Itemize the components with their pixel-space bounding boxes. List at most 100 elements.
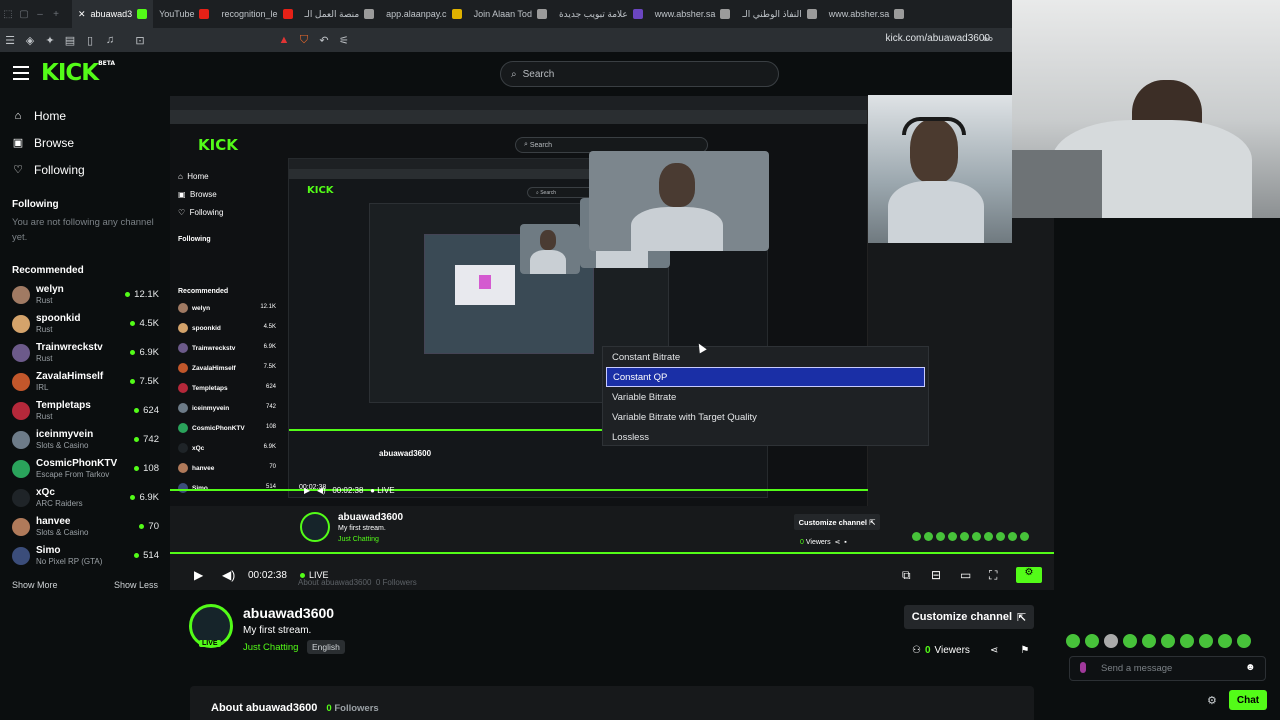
recommended-channel[interactable]: Templetaps Rust 624 (0, 396, 170, 425)
viewer-count: 514 (134, 550, 159, 561)
browser-tab[interactable]: app.alaanpay.c (380, 0, 467, 28)
dropdown-option[interactable]: Lossless (603, 427, 928, 447)
live-badge: LIVE (199, 640, 221, 647)
back-icon[interactable]: ↶ (314, 34, 334, 47)
show-less-button[interactable]: Show Less (114, 580, 158, 590)
chat-send-button[interactable]: Chat (1229, 690, 1267, 710)
menu-toggle-icon[interactable] (13, 66, 29, 80)
browser-tab[interactable]: www.absher.sa (823, 0, 911, 28)
recommended-channel[interactable]: spoonkid Rust 4.5K (0, 309, 170, 338)
chat-settings-icon[interactable]: ⚙ (1207, 694, 1217, 707)
browser-tab[interactable]: Join Alaan Tod (468, 0, 553, 28)
kick-logo[interactable]: KICKBETA (41, 60, 115, 86)
live-dot-icon (125, 292, 131, 297)
recommended-channel[interactable]: iceinmyvein Slots & Casino 742 (0, 425, 170, 454)
minimize-icon[interactable]: – (32, 9, 48, 20)
nested-recommended-item: Simo 514 (178, 478, 276, 498)
recommended-channel[interactable]: xQc ARC Raiders 6.9K (0, 483, 170, 512)
shield-icon[interactable]: ◈ (20, 34, 40, 47)
new-tab-icon[interactable]: + (48, 9, 64, 20)
report-icon[interactable]: ⚑ (1020, 645, 1029, 656)
browser-tab[interactable]: recognition_le (215, 0, 298, 28)
theater-icon[interactable]: ⊟ (931, 568, 941, 582)
recommended-heading: Recommended (12, 265, 84, 276)
recommended-channel[interactable]: Simo No Pixel RP (GTA) 514 (0, 541, 170, 570)
share-icon[interactable]: ⋖ (990, 645, 998, 656)
browser-tab[interactable]: علامة تبويب جديدة (553, 0, 649, 28)
browser-tab[interactable]: منصة العمل الـ (299, 0, 381, 28)
dropdown-option[interactable]: Constant QP (606, 367, 925, 387)
close-tab-icon[interactable]: ✕ (78, 9, 86, 20)
clip-icon[interactable]: ⧉ (902, 568, 911, 583)
sidebar-icon[interactable]: ▯ (80, 34, 100, 47)
progress-bar[interactable] (170, 552, 1054, 554)
window-icon[interactable]: ⬚ (0, 9, 16, 20)
avatar (12, 430, 30, 449)
volume-icon[interactable]: ◀) (222, 568, 235, 582)
browser-tab[interactable]: YouTube (153, 0, 215, 28)
emote-icon[interactable] (1237, 634, 1251, 648)
avatar (12, 546, 30, 565)
dropdown-option[interactable]: Variable Bitrate with Target Quality (603, 407, 928, 427)
nested-webcam-3 (589, 151, 769, 251)
emote-icon[interactable] (1180, 634, 1194, 648)
sidebar-item-browse[interactable]: ▣ Browse (0, 129, 170, 156)
language-badge[interactable]: English (307, 640, 345, 654)
heart-icon: ♡ (13, 164, 23, 176)
emote-icon[interactable] (1123, 634, 1137, 648)
url-field[interactable]: kick.com/abuawad3600 (885, 33, 990, 44)
show-more-button[interactable]: Show More (12, 580, 58, 590)
chat-message-input[interactable]: Send a message (1069, 656, 1266, 681)
channel-name: hanvee (36, 515, 71, 527)
settings-icon[interactable]: ⚙ (1016, 567, 1042, 583)
emote-icon[interactable] (1218, 634, 1232, 648)
emote-icon[interactable] (1104, 634, 1118, 648)
sidebar-item-following[interactable]: ♡ Following (0, 156, 170, 183)
menu-icon[interactable]: ☰ (0, 34, 20, 47)
vpn-icon[interactable]: ▲ (274, 34, 294, 46)
dropdown-option[interactable]: Constant Bitrate (603, 347, 928, 367)
emote-icon[interactable] (1066, 634, 1080, 648)
rate-control-dropdown[interactable]: Constant Bitrate Constant QP Variable Bitr… (602, 346, 929, 446)
fullscreen-icon[interactable]: ⛶ (989, 568, 997, 583)
emote-icon[interactable] (1142, 634, 1156, 648)
link-icon[interactable]: ⚯ (978, 33, 998, 46)
home-icon: ⌂ (14, 109, 22, 122)
category-link[interactable]: Just Chatting (243, 642, 298, 653)
nested-recommended-item: iceinmyvein 742 (178, 398, 276, 418)
recommended-channel[interactable]: CosmicPhonKTV Escape From Tarkov 108 (0, 454, 170, 483)
emote-icon[interactable] (1085, 634, 1099, 648)
channel-name[interactable]: abuawad3600 (243, 605, 334, 621)
tab-label: علامة تبويب جديدة (558, 8, 628, 19)
window-icon[interactable]: ▢ (16, 9, 32, 20)
recommended-channel[interactable]: Trainwreckstv Rust 6.9K (0, 338, 170, 367)
translate-icon[interactable]: ⚟ (334, 34, 354, 47)
search-input[interactable]: ⌕ Search (500, 61, 779, 87)
nested-viewers: 0 Viewers ⋖ ▪ (800, 539, 847, 546)
recommended-channel[interactable]: welyn Rust 12.1K (0, 280, 170, 309)
recommended-channel[interactable]: hanvee Slots & Casino 70 (0, 512, 170, 541)
customize-label: Customize channel (911, 611, 1013, 623)
nested-recommended-item: Templetaps 624 (178, 378, 276, 398)
dropdown-option[interactable]: Variable Bitrate (603, 387, 928, 407)
screenshot-icon[interactable]: ⊡ (130, 34, 150, 47)
recommended-channel[interactable]: ZavalaHimself IRL 7.5K (0, 367, 170, 396)
customize-channel-button[interactable]: Customize channel ⇱ (904, 605, 1034, 629)
browser-tab[interactable]: ✕ abuawad3 (72, 0, 154, 28)
sidebar-item-label: Home (34, 108, 67, 123)
emote-icon[interactable] (1199, 634, 1213, 648)
sidebar-item-home[interactable]: ⌂ Home (0, 102, 170, 129)
mini-player-icon[interactable]: ▭ (960, 568, 971, 582)
brave-shield-icon[interactable]: ⛉ (294, 34, 314, 47)
browser-tab[interactable]: www.absher.sa (649, 0, 737, 28)
webcam-overlay-2 (1012, 0, 1280, 218)
nested-recommended-item: hanvee 70 (178, 458, 276, 478)
tab-label: YouTube (159, 9, 195, 19)
extensions-icon[interactable]: ✦ (40, 34, 60, 47)
play-icon[interactable]: ▶ (194, 568, 203, 582)
tabs-icon[interactable]: ▤ (60, 34, 80, 47)
music-icon[interactable]: ♫ (100, 34, 120, 46)
emoji-icon[interactable]: ☻ (1245, 662, 1256, 673)
browser-tab[interactable]: النفاذ الوطني الـ (736, 0, 822, 28)
emote-icon[interactable] (1161, 634, 1175, 648)
